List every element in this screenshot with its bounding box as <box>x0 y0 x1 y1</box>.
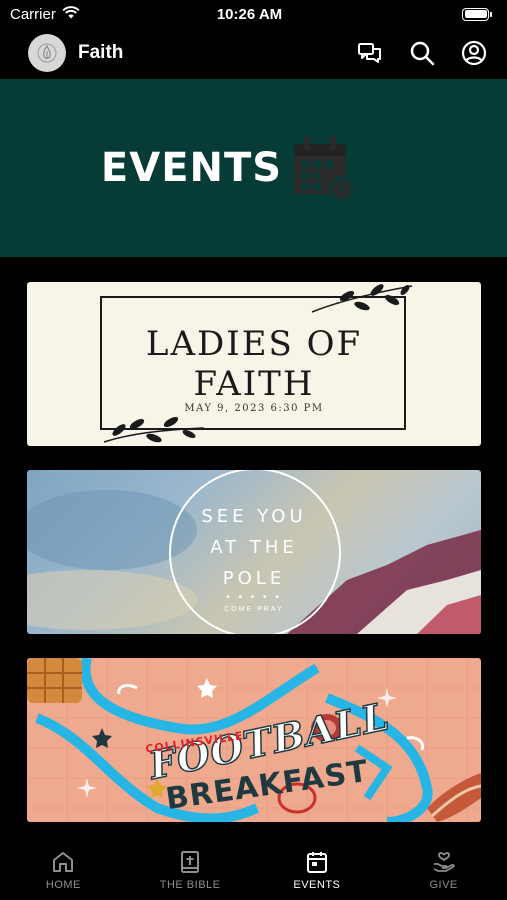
hero-title: EVENTS <box>100 145 283 191</box>
status-time: 10:26 AM <box>216 5 283 23</box>
calendar-icon <box>306 852 327 873</box>
event-card-ladies-of-faith[interactable]: LADIES OF FAITH MAY 9, 2023 6:30 PM <box>27 282 481 446</box>
calendar-clock-icon <box>294 136 356 202</box>
battery-icon <box>462 7 492 21</box>
pole-subtitle: COME PRAY <box>224 606 284 613</box>
tab-home-label: HOME <box>45 879 81 891</box>
battery-fill <box>464 10 487 18</box>
event-title-line2: FAITH <box>193 364 315 404</box>
carrier-label: Carrier <box>10 5 56 23</box>
pole-line1: SEE YOU <box>201 506 307 527</box>
tab-give[interactable]: GIVE <box>380 840 507 900</box>
church-logo-avatar[interactable] <box>28 34 66 72</box>
tab-events-label: EVENTS <box>293 879 341 891</box>
status-bar: Carrier 10:26 AM <box>0 0 507 28</box>
status-left: Carrier <box>10 6 150 23</box>
pole-line3: POLE <box>222 568 286 589</box>
event-card-see-you-at-the-pole[interactable]: SEE YOU AT THE POLE • • • • • COME PRAY <box>27 470 481 634</box>
tab-give-label: GIVE <box>429 879 458 891</box>
app-title: Faith <box>78 42 124 63</box>
events-hero-banner: EVENTS <box>0 79 507 257</box>
wifi-icon <box>62 5 80 23</box>
search-icon[interactable] <box>407 38 437 68</box>
pole-line2: AT THE <box>210 537 298 558</box>
pole-dots: • • • • • <box>226 592 282 603</box>
chat-icon[interactable] <box>355 38 385 68</box>
event-date: MAY 9, 2023 6:30 PM <box>184 403 324 414</box>
header-actions <box>355 38 489 68</box>
event-title-line1: LADIES OF <box>145 324 363 364</box>
tab-bar: HOME THE BIBLE EVENTS GIVE <box>0 840 507 900</box>
tab-events[interactable]: EVENTS <box>254 840 381 900</box>
event-card-football-breakfast[interactable]: FOOTBALL COLLINSVILLE BREAKFAST <box>27 658 481 822</box>
flame-logo-icon <box>37 43 57 63</box>
event-title: LADIES OF FAITH <box>27 324 481 404</box>
status-right <box>349 7 492 21</box>
bible-icon <box>181 851 200 873</box>
tab-home[interactable]: HOME <box>0 840 127 900</box>
tab-the-bible[interactable]: THE BIBLE <box>127 840 254 900</box>
home-icon <box>53 852 74 872</box>
tab-the-bible-label: THE BIBLE <box>159 879 221 891</box>
app-header: Faith <box>0 28 507 78</box>
give-icon <box>433 852 455 872</box>
leaf-decoration-icon <box>311 284 413 313</box>
account-icon[interactable] <box>459 38 489 68</box>
